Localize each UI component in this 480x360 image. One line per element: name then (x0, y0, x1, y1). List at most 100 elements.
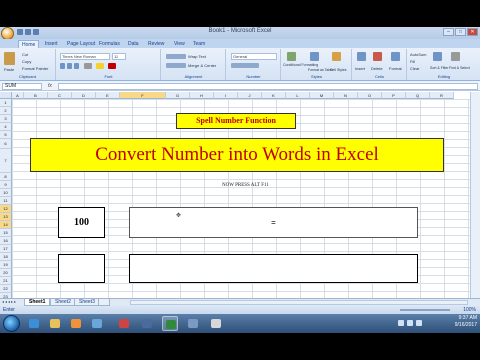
row-header[interactable]: 5 (0, 131, 12, 139)
copy-button[interactable]: Copy (22, 59, 31, 64)
font-name-select[interactable]: Times New Roman (60, 53, 110, 60)
column-header[interactable]: C (48, 92, 72, 99)
spell-number-title[interactable]: Spell Number Function (176, 113, 296, 129)
name-box[interactable]: SUM (2, 83, 42, 90)
system-clock[interactable]: 9:37 AM 9/16/2017 (431, 315, 477, 332)
wrap-text-button[interactable]: Wrap Text (188, 54, 206, 59)
number-format-select[interactable]: General (231, 53, 277, 60)
sheet-tab-1[interactable]: Sheet1 (24, 299, 51, 306)
italic-icon[interactable] (67, 63, 72, 69)
clear-button[interactable]: Clear (410, 66, 420, 71)
row-header[interactable]: 2 (0, 107, 12, 115)
row-header[interactable]: 19 (0, 261, 12, 269)
zoom-level[interactable]: 100% (463, 307, 476, 313)
tab-home[interactable]: Home (18, 40, 40, 48)
row-header[interactable]: 14 (0, 221, 12, 229)
column-header[interactable]: H (190, 92, 214, 99)
taskbar-app4[interactable] (89, 316, 105, 331)
insert-sheet-icon[interactable] (98, 299, 110, 306)
row-header[interactable]: 12 (0, 205, 12, 213)
paste-icon[interactable] (4, 52, 15, 65)
tab-insert[interactable]: Insert (42, 40, 61, 48)
insert-cells-icon[interactable] (357, 52, 366, 61)
merge-center-button[interactable]: Merge & Center (188, 63, 216, 68)
column-header[interactable]: E (96, 92, 120, 99)
tab-page-layout[interactable]: Page Layout (64, 40, 98, 48)
tray-network-icon[interactable] (407, 320, 413, 326)
row-header[interactable]: 22 (0, 285, 12, 293)
tab-team[interactable]: Team (190, 40, 208, 48)
fill-color-icon[interactable] (96, 63, 104, 69)
horizontal-scrollbar[interactable] (130, 300, 468, 305)
column-header[interactable]: D (72, 92, 96, 99)
row-header[interactable]: 10 (0, 189, 12, 197)
row-header[interactable]: 18 (0, 253, 12, 261)
taskbar-ie[interactable] (26, 316, 42, 331)
align-left-icon[interactable] (166, 63, 186, 68)
column-header[interactable]: B (24, 92, 48, 99)
tab-review[interactable]: Review (145, 40, 167, 48)
column-header[interactable]: L (286, 92, 310, 99)
conditional-formatting-button[interactable]: Conditional Formatting (283, 63, 318, 67)
tab-data[interactable]: Data (125, 40, 142, 48)
sort-filter-button[interactable]: Sort & Filter (430, 66, 448, 70)
row-header[interactable]: 17 (0, 245, 12, 253)
sheet-nav-arrows-icon[interactable]: ◂◂◂▸▸ (2, 299, 17, 304)
align-top-icon[interactable] (166, 54, 186, 59)
minimize-button[interactable]: – (443, 28, 454, 36)
autosum-button[interactable]: AutoSum (410, 52, 426, 57)
underline-icon[interactable] (74, 63, 79, 69)
format-cells-icon[interactable] (391, 52, 400, 61)
row-header[interactable]: 7 (0, 149, 12, 173)
column-header[interactable]: P (382, 92, 406, 99)
column-header[interactable]: O (358, 92, 382, 99)
row-header[interactable]: 4 (0, 123, 12, 131)
borders-icon[interactable] (84, 63, 92, 69)
row-header[interactable]: 16 (0, 237, 12, 245)
column-header[interactable]: J (238, 92, 262, 99)
column-header[interactable]: Q (406, 92, 430, 99)
zoom-slider[interactable] (400, 309, 450, 311)
instruction-text[interactable]: NOW PRESS ALT F11 (222, 183, 269, 188)
conditional-formatting-icon[interactable] (287, 52, 296, 61)
taskbar-app6[interactable] (139, 316, 155, 331)
headline-banner[interactable]: Convert Number into Words in Excel (30, 138, 444, 172)
bold-icon[interactable] (60, 63, 65, 69)
insert-cells-button[interactable]: Insert (355, 66, 365, 71)
sheet-tab-3[interactable]: Sheet3 (74, 299, 100, 306)
row-header[interactable]: 1 (0, 99, 12, 107)
taskbar-app5[interactable] (116, 316, 132, 331)
delete-cells-button[interactable]: Delete (371, 66, 383, 71)
number-input-cell[interactable]: 100 (58, 207, 105, 238)
column-header[interactable]: I (214, 92, 238, 99)
column-header[interactable]: F (120, 92, 166, 99)
row-header[interactable]: 11 (0, 197, 12, 205)
result-cell[interactable]: = (129, 207, 418, 238)
row-header[interactable]: 21 (0, 277, 12, 285)
tab-formulas[interactable]: Formulas (96, 40, 123, 48)
tab-view[interactable]: View (171, 40, 188, 48)
column-header[interactable]: M (310, 92, 334, 99)
row-header[interactable]: 15 (0, 229, 12, 237)
cut-button[interactable]: Cut (22, 52, 28, 57)
result-cell-2[interactable] (129, 254, 418, 283)
number-input-cell-2[interactable] (58, 254, 105, 283)
paste-button[interactable]: Paste (4, 67, 14, 72)
find-select-button[interactable]: Find & Select (449, 66, 470, 70)
select-all-corner[interactable] (0, 92, 12, 99)
row-header[interactable]: 3 (0, 115, 12, 123)
number-format-icons[interactable] (231, 63, 259, 68)
close-button[interactable]: ✕ (467, 28, 478, 36)
sort-filter-icon[interactable] (433, 52, 442, 61)
column-header[interactable]: N (334, 92, 358, 99)
taskbar-explorer[interactable] (47, 316, 63, 331)
tray-volume-icon[interactable] (416, 320, 422, 326)
taskbar-app9[interactable] (208, 316, 224, 331)
fx-icon[interactable]: fx (48, 83, 52, 89)
find-select-icon[interactable] (451, 52, 460, 61)
font-color-icon[interactable] (108, 63, 116, 69)
column-header[interactable]: K (262, 92, 286, 99)
maximize-button[interactable]: □ (455, 28, 466, 36)
column-header[interactable]: R (430, 92, 454, 99)
format-as-table-icon[interactable] (310, 52, 319, 61)
